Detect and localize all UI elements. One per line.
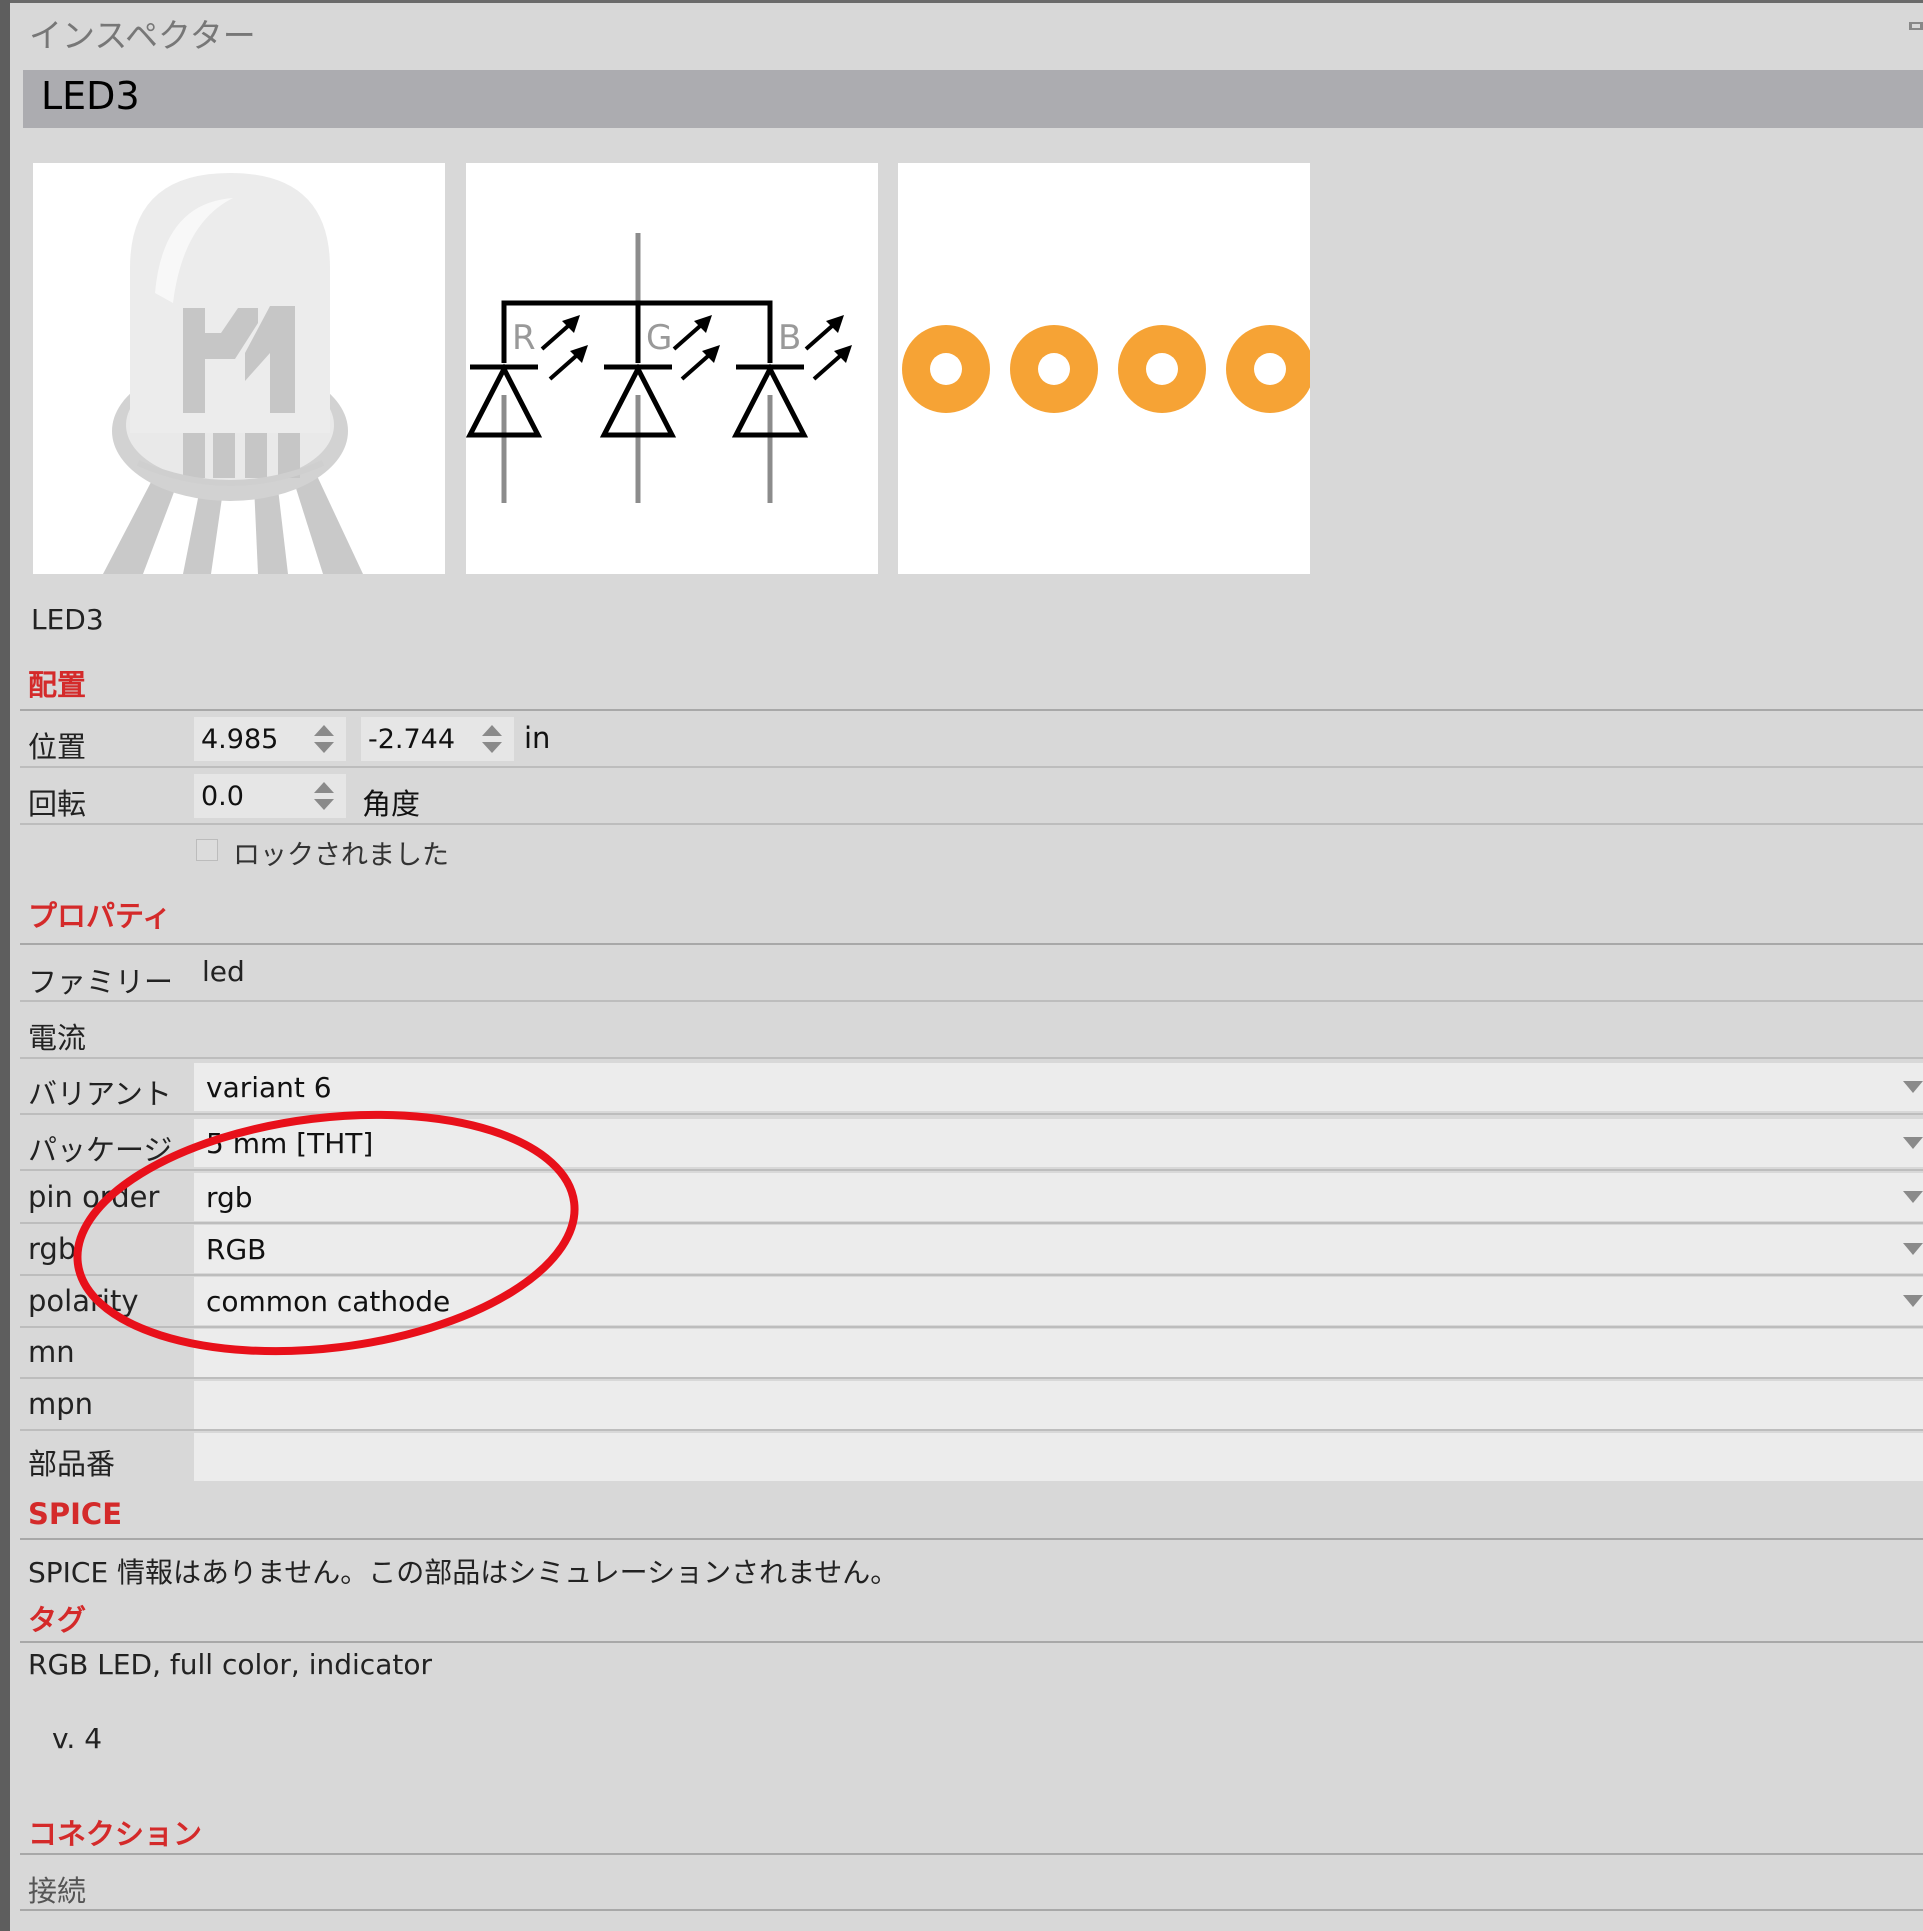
pcb-image	[898, 163, 1310, 574]
rotation-label: 回転	[28, 787, 87, 821]
divider	[20, 1222, 1923, 1224]
package-label: パッケージ	[28, 1133, 173, 1167]
version-text: v. 4	[52, 1722, 103, 1755]
divider	[20, 1113, 1923, 1115]
package-dropdown[interactable]: 5 mm [THT]	[194, 1119, 1923, 1167]
rgb-led-schematic-icon: R G B	[466, 233, 852, 503]
position-unit: in	[524, 721, 551, 755]
rgb-led-breadboard-icon	[103, 173, 363, 574]
family-value: led	[202, 955, 245, 988]
divider	[20, 1057, 1923, 1059]
current-label: 電流	[28, 1021, 87, 1055]
schematic-label-r: R	[512, 318, 536, 358]
part-number-input[interactable]	[194, 1433, 1923, 1481]
spice-info-text: SPICE 情報はありません。この部品はシミュレーションされません。	[28, 1556, 899, 1589]
spice-section-title: SPICE	[28, 1497, 123, 1531]
divider	[20, 1853, 1923, 1855]
divider	[20, 1274, 1923, 1276]
variant-dropdown[interactable]: variant 6	[194, 1063, 1923, 1111]
divider	[20, 943, 1923, 945]
divider	[20, 1000, 1923, 1002]
breadboard-image	[33, 163, 445, 574]
placement-section-title: 配置	[28, 668, 87, 702]
tags-section-title: タグ	[28, 1603, 87, 1637]
position-y-input[interactable]: -2.744	[361, 717, 514, 761]
dropdown-caret-icon[interactable]	[1903, 1191, 1923, 1203]
tags-text: RGB LED, full color, indicator	[28, 1648, 432, 1681]
dropdown-caret-icon[interactable]	[1903, 1137, 1923, 1149]
spin-arrows-icon[interactable]	[304, 776, 344, 816]
divider	[20, 1169, 1923, 1171]
locked-checkbox[interactable]	[196, 839, 218, 861]
divider	[20, 1377, 1923, 1379]
rgb-label: rgb	[28, 1232, 77, 1266]
spin-arrows-icon[interactable]	[304, 719, 344, 759]
pcb-pads-icon	[902, 325, 1310, 413]
position-label: 位置	[28, 730, 87, 764]
part-number-label: 部品番	[28, 1447, 116, 1481]
mpn-input[interactable]	[194, 1381, 1923, 1429]
divider	[20, 1429, 1923, 1431]
inspector-panel: インスペクター LED3 R G B LED3 配置 位置 4.985 -2.7…	[10, 3, 1923, 1931]
schematic-label-g: G	[646, 318, 672, 358]
schematic-image: R G B	[466, 163, 878, 574]
part-title: LED3	[41, 74, 140, 118]
properties-section-title: プロパティ	[28, 899, 172, 933]
connections-section-title: コネクション	[28, 1817, 203, 1851]
rgb-dropdown[interactable]: RGB	[194, 1225, 1923, 1273]
mpn-label: mpn	[28, 1387, 94, 1421]
locked-label: ロックされました	[233, 840, 449, 871]
divider	[20, 766, 1923, 768]
divider	[20, 709, 1923, 711]
rotation-input[interactable]: 0.0	[194, 774, 346, 818]
part-name: LED3	[31, 603, 104, 636]
divider	[20, 1909, 1923, 1911]
mn-input[interactable]	[194, 1329, 1923, 1377]
divider	[20, 823, 1923, 825]
pin-icon[interactable]	[1907, 19, 1923, 33]
divider	[20, 1538, 1923, 1540]
connect-label: 接続	[28, 1874, 87, 1908]
variant-label: バリアント	[28, 1077, 172, 1111]
pin-order-dropdown[interactable]: rgb	[194, 1173, 1923, 1221]
panel-title: インスペクター	[29, 16, 256, 55]
mn-label: mn	[28, 1335, 75, 1369]
dropdown-caret-icon[interactable]	[1903, 1081, 1923, 1093]
pin-order-label: pin order	[28, 1180, 160, 1214]
dropdown-caret-icon[interactable]	[1903, 1295, 1923, 1307]
polarity-dropdown[interactable]: common cathode	[194, 1277, 1923, 1325]
polarity-label: polarity	[28, 1284, 139, 1318]
divider	[20, 1326, 1923, 1328]
window-left-border	[0, 0, 10, 1931]
rotation-unit: 角度	[362, 787, 421, 821]
spin-arrows-icon[interactable]	[472, 719, 512, 759]
schematic-label-b: B	[778, 318, 801, 358]
part-title-bar: LED3	[23, 70, 1923, 128]
position-x-input[interactable]: 4.985	[194, 717, 346, 761]
dropdown-caret-icon[interactable]	[1903, 1243, 1923, 1255]
divider	[20, 1641, 1923, 1643]
family-label: ファミリー	[28, 965, 174, 999]
